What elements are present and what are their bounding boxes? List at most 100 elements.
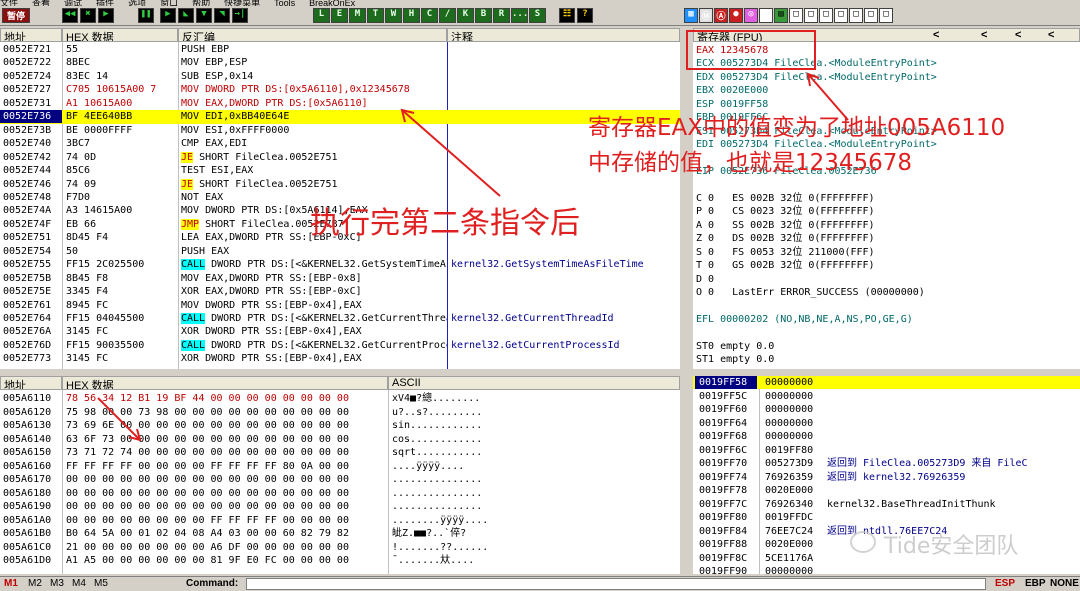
tool-button[interactable]: Ⓜ — [699, 8, 713, 23]
run-button[interactable]: ◀◀ — [62, 8, 78, 23]
tool-button[interactable]: ● — [729, 8, 743, 23]
disasm-row[interactable]: 0052E75B 8B45 F8 MOV EAX,DWORD PTR SS:[EBP… — [0, 272, 680, 285]
window-button[interactable]: K — [457, 8, 474, 23]
disassembly-panel[interactable]: 地址 HEX 数据 反汇编 注释 0052E721 55 PUSH EBP 0052E… — [0, 28, 680, 369]
window-button[interactable]: L — [313, 8, 330, 23]
register-lines[interactable]: EAX 12345678 ECX 005273D4 FileClea.<Modul… — [696, 44, 1080, 369]
tool-button[interactable]: □ — [804, 8, 818, 23]
stack-row[interactable]: 0019FF7C 76926340 kernel32.BaseThreadInitT… — [693, 498, 1080, 511]
disasm-row[interactable]: 0052E748 F7D0 NOT EAX — [0, 191, 680, 204]
window-button[interactable]: H — [403, 8, 420, 23]
tab-m4[interactable]: M4 — [72, 577, 86, 591]
disasm-row[interactable]: 0052E751 8D45 F4 LEA EAX,DWORD PTR SS:[EBP… — [0, 231, 680, 244]
register-line[interactable]: EIP 0052E736 FileClea.0052E736 — [696, 165, 877, 179]
window-button[interactable]: W — [385, 8, 402, 23]
dump-row[interactable]: 005A6160 FF FF FF FF 00 00 00 00 FF FF FF… — [0, 460, 680, 473]
reg-nav-2[interactable]: < — [981, 29, 987, 41]
disassembly-rows[interactable]: 0052E721 55 PUSH EBP 0052E722 8BEC MOV EBP,ES… — [0, 43, 680, 369]
dump-row[interactable]: 005A61D0 A1 A5 00 00 00 00 00 00 81 9F E0… — [0, 554, 680, 567]
run-button[interactable]: ▶ — [98, 8, 114, 23]
stack-row[interactable]: 0019FF70 005273D9 返回到 FileClea.005273D9 来自… — [693, 457, 1080, 470]
disasm-row[interactable]: 0052E736 BF 4EE640BB MOV EDI,0xBB40E64E — [0, 110, 680, 124]
tool-button[interactable]: □ — [789, 8, 803, 23]
dump-col-address[interactable]: 地址 — [0, 376, 62, 390]
register-line[interactable]: ST0 empty 0.0 — [696, 340, 774, 354]
run-button[interactable]: ◣ — [178, 8, 194, 23]
col-address[interactable]: 地址 — [0, 28, 62, 42]
disasm-row[interactable]: 0052E724 83EC 14 SUB ESP,0x14 — [0, 70, 680, 83]
stack-row[interactable]: 0019FF6C 0019FF80 — [693, 444, 1080, 457]
window-button[interactable]: M — [349, 8, 366, 23]
run-button[interactable]: ▶ — [160, 8, 176, 23]
disasm-row[interactable]: 0052E754 50 PUSH EAX — [0, 245, 680, 258]
register-line[interactable]: ESI 005273D4 FileClea.<ModuleEntryPoint> — [696, 125, 937, 139]
tool-button[interactable]: □ — [879, 8, 893, 23]
register-line[interactable]: EBX 0020E000 — [696, 84, 768, 98]
disasm-row[interactable]: 0052E731 A1 10615A00 MOV EAX,DWORD PTR DS:… — [0, 97, 680, 110]
status-esp[interactable]: ESP — [995, 577, 1015, 591]
register-line[interactable]: O 0 LastErr ERROR_SUCCESS (00000000) — [696, 286, 925, 300]
run-button[interactable]: ❚❚ — [138, 8, 154, 23]
tool-button[interactable]: Ⓐ — [714, 8, 728, 23]
disasm-row[interactable]: 0052E744 85C6 TEST ESI,EAX — [0, 164, 680, 177]
register-line[interactable]: EDX 005273D4 FileClea.<ModuleEntryPoint> — [696, 71, 937, 85]
disasm-row[interactable]: 0052E761 8945 FC MOV DWORD PTR SS:[EBP-0x4… — [0, 299, 680, 312]
tool-button[interactable]: □ — [864, 8, 878, 23]
disasm-row[interactable]: 0052E755 FF15 2C025500 CALL DWORD PTR DS:[… — [0, 258, 680, 271]
window-button[interactable]: R — [493, 8, 510, 23]
register-line[interactable]: T 0 GS 002B 32位 0(FFFFFFFF) — [696, 259, 875, 273]
disasm-row[interactable]: 0052E722 8BEC MOV EBP,ESP — [0, 56, 680, 69]
register-line[interactable]: ECX 005273D4 FileClea.<ModuleEntryPoint> — [696, 57, 937, 71]
col-comment[interactable]: 注释 — [447, 28, 680, 42]
stack-row[interactable]: 0019FF80 0019FFDC — [693, 511, 1080, 524]
window-button[interactable]: B — [475, 8, 492, 23]
reg-nav-1[interactable]: < — [933, 29, 939, 41]
dump-row[interactable]: 005A6150 73 71 72 74 00 00 00 00 00 00 00… — [0, 446, 680, 459]
stack-row[interactable]: 0019FF58 00000000 — [693, 376, 1080, 390]
run-button[interactable]: →| — [232, 8, 248, 23]
disasm-row[interactable]: 0052E76A 3145 FC XOR DWORD PTR SS:[EBP-0x4… — [0, 325, 680, 338]
dump-col-ascii[interactable]: ASCII — [388, 376, 680, 390]
register-line[interactable]: S 0 FS 0053 32位 211000(FFF) — [696, 246, 875, 260]
tab-m1[interactable]: M1 — [4, 577, 18, 591]
disasm-row[interactable]: 0052E740 3BC7 CMP EAX,EDI — [0, 137, 680, 150]
extra-button[interactable]: ? — [577, 8, 593, 23]
stack-row[interactable]: 0019FF74 76926359 返回到 kernel32.76926359 — [693, 471, 1080, 484]
dump-row[interactable]: 005A6110 78 56 34 12 B1 19 BF 44 00 00 00… — [0, 392, 680, 405]
register-line[interactable]: ST1 empty 0.0 — [696, 353, 774, 367]
stack-panel[interactable]: 0019FF58 00000000 0019FF5C 00000000 0019FF60… — [693, 376, 1080, 574]
reg-nav-3[interactable]: < — [1015, 29, 1021, 41]
dump-row[interactable]: 005A6170 00 00 00 00 00 00 00 00 00 00 00… — [0, 473, 680, 486]
window-button[interactable]: ... — [511, 8, 528, 23]
stack-row[interactable]: 0019FF84 76EE7C24 返回到 ntdll.76EE7C24 — [693, 525, 1080, 538]
col-disasm[interactable]: 反汇编 — [178, 28, 447, 42]
disasm-row[interactable]: 0052E76D FF15 90035500 CALL DWORD PTR DS:[… — [0, 339, 680, 352]
dump-row[interactable]: 005A6140 63 6F 73 00 00 00 00 00 00 00 00… — [0, 433, 680, 446]
dump-panel[interactable]: 地址 HEX 数据 ASCII 005A6110 78 56 34 12 B1 1… — [0, 376, 680, 574]
stack-row[interactable]: 0019FF90 00000000 — [693, 565, 1080, 574]
dump-row[interactable]: 005A6190 00 00 00 00 00 00 00 00 00 00 00… — [0, 500, 680, 513]
disasm-row[interactable]: 0052E727 C705 10615A00 7 MOV DWORD PTR DS:… — [0, 83, 680, 96]
window-button[interactable]: E — [331, 8, 348, 23]
stack-row[interactable]: 0019FF78 0020E000 — [693, 484, 1080, 497]
tool-button[interactable]: ◎ — [744, 8, 758, 23]
register-line[interactable]: P 0 CS 0023 32位 0(FFFFFFFF) — [696, 205, 875, 219]
dump-row[interactable]: 005A61B0 B0 64 5A 00 01 02 04 08 A4 03 00… — [0, 527, 680, 540]
disasm-row[interactable]: 0052E773 3145 FC XOR DWORD PTR SS:[EBP-0x4… — [0, 352, 680, 365]
register-line[interactable]: C 0 ES 002B 32位 0(FFFFFFFF) — [696, 192, 875, 206]
run-button[interactable]: ▼ — [196, 8, 212, 23]
dump-row[interactable]: 005A61C0 21 00 00 00 00 00 00 00 A6 DF 00… — [0, 541, 680, 554]
dump-row[interactable]: 005A61A0 00 00 00 00 00 00 00 00 FF FF FF… — [0, 514, 680, 527]
run-button[interactable]: ✖ — [80, 8, 96, 23]
status-none[interactable]: NONE — [1050, 577, 1079, 591]
stack-row[interactable]: 0019FF88 0020E000 — [693, 538, 1080, 551]
status-ebp[interactable]: EBP — [1025, 577, 1046, 591]
disasm-row[interactable]: 0052E74A A3 14615A00 MOV DWORD PTR DS:[0x5… — [0, 204, 680, 217]
register-line[interactable]: EAX 12345678 — [696, 44, 768, 58]
dump-rows[interactable]: 005A6110 78 56 34 12 B1 19 BF 44 00 00 00… — [0, 392, 680, 574]
disasm-row[interactable]: 0052E74F EB 66 JMP SHORT FileClea.0052E7B7 — [0, 218, 680, 231]
register-line[interactable]: D 0 — [696, 273, 714, 287]
window-button[interactable]: C — [421, 8, 438, 23]
window-button[interactable]: / — [439, 8, 456, 23]
col-hex[interactable]: HEX 数据 — [62, 28, 178, 42]
